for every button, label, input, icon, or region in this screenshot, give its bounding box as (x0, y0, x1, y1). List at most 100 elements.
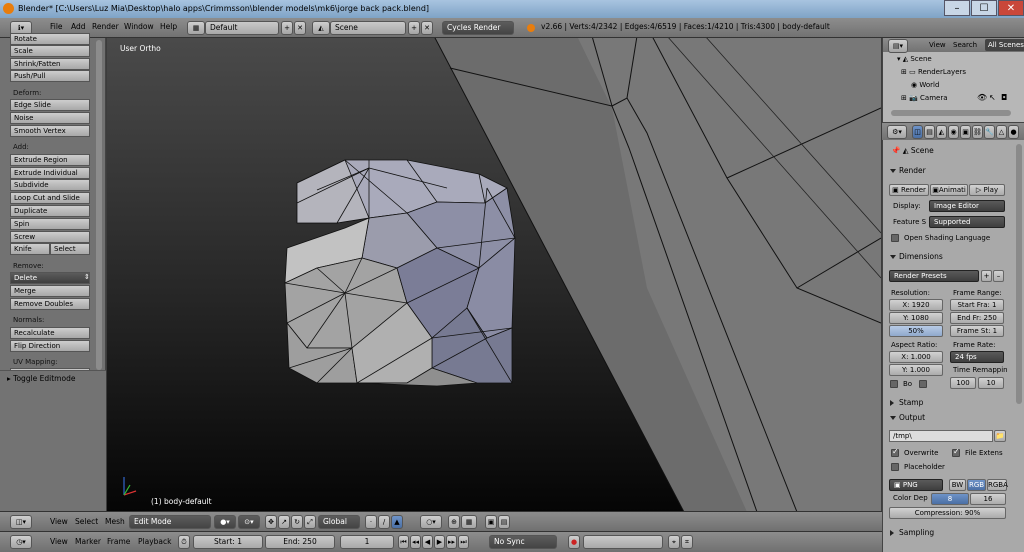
insert-keyframe-button[interactable]: ⌖ (668, 535, 680, 549)
placeholder-checkbox[interactable] (891, 463, 899, 471)
remap-old-field[interactable]: 100 (950, 377, 976, 389)
render-camera-icon[interactable]: ◘ (1001, 93, 1007, 102)
start-frame-field[interactable]: Start: 1 (193, 535, 263, 549)
remove-doubles-button[interactable]: Remove Doubles (10, 298, 90, 310)
output-section-header[interactable]: Output (887, 411, 1021, 425)
preset-remove-button[interactable]: – (993, 270, 1004, 282)
face-select-mode[interactable]: ▲ (391, 515, 403, 529)
animation-button[interactable]: ▣Animati (930, 184, 968, 196)
outliner-filter-select[interactable]: All Scenes (985, 39, 1024, 51)
snap-toggle[interactable]: ⊕ (448, 515, 460, 529)
minimize-button[interactable]: – (944, 0, 970, 16)
scene-add-button[interactable]: + (408, 21, 420, 35)
noise-button[interactable]: Noise (10, 112, 90, 124)
select-menu[interactable]: Select (75, 517, 98, 526)
object-tab-icon[interactable]: ▣ (960, 125, 971, 139)
jump-end-button[interactable]: ⏭ (458, 535, 469, 549)
auto-keying-button[interactable]: ● (568, 535, 580, 549)
scene-icon[interactable]: ◭ (312, 21, 330, 35)
keying-set-field[interactable] (583, 535, 663, 549)
extrude-region-button[interactable]: Extrude Region (10, 154, 90, 166)
color-bw-button[interactable]: BW (949, 479, 966, 491)
opengl-render-button[interactable]: ▣ (485, 515, 497, 529)
edge-slide-button[interactable]: Edge Slide (10, 99, 90, 111)
scene-tab-icon[interactable]: ◭ (936, 125, 947, 139)
world-tab-icon[interactable]: ◉ (948, 125, 959, 139)
layout-add-button[interactable]: + (281, 21, 293, 35)
mesh-menu[interactable]: Mesh (105, 517, 125, 526)
knife-select-button[interactable]: Select (50, 243, 90, 255)
timeline-marker-menu[interactable]: Marker (75, 537, 101, 546)
delete-keyframe-button[interactable]: ⌗ (681, 535, 693, 549)
end-frame-field[interactable]: End: 250 (265, 535, 335, 549)
layout-icon[interactable]: ▦ (187, 21, 205, 35)
preset-add-button[interactable]: + (981, 270, 992, 282)
frame-step-prop[interactable]: Frame St: 1 (950, 325, 1004, 337)
modifiers-tab-icon[interactable]: 🔧 (984, 125, 995, 139)
orientation-select[interactable]: Global (318, 515, 360, 529)
manipulator-toggle[interactable]: ✥ (265, 515, 277, 529)
shrink-fatten-button[interactable]: Shrink/Fatten (10, 58, 90, 70)
preview-range-toggle[interactable]: ⏱ (178, 535, 190, 549)
resolution-x-field[interactable]: X: 1920 (889, 299, 943, 311)
layout-field[interactable]: Default (205, 21, 279, 35)
translate-manipulator[interactable]: ↗ (278, 515, 290, 529)
scene-field[interactable]: Scene (330, 21, 406, 35)
select-arrow-icon[interactable]: ↖ (989, 93, 996, 102)
outliner-item-scene[interactable]: ▾ ◭ Scene (897, 55, 932, 63)
outliner-item-camera[interactable]: ⊞ 📷 Camera (901, 94, 948, 102)
shading-select[interactable]: ●▾ (214, 515, 236, 529)
push-pull-button[interactable]: Push/Pull (10, 70, 90, 82)
aspect-x-field[interactable]: X: 1.000 (889, 351, 943, 363)
knife-button[interactable]: Knife (10, 243, 50, 255)
vertex-select-mode[interactable]: · (365, 515, 377, 529)
smooth-vertex-button[interactable]: Smooth Vertex (10, 125, 90, 137)
view-menu[interactable]: View (50, 517, 68, 526)
proportional-edit-select[interactable]: ○▾ (420, 515, 442, 529)
mode-select[interactable]: Edit Mode (129, 515, 211, 529)
rotate-manipulator[interactable]: ↻ (291, 515, 303, 529)
maximize-button[interactable]: ☐ (971, 0, 997, 16)
screw-button[interactable]: Screw (10, 231, 90, 243)
end-frame-prop[interactable]: End Fr: 250 (950, 312, 1004, 324)
opengl-anim-button[interactable]: ▤ (498, 515, 510, 529)
play-render-button[interactable]: ▷ Play (969, 184, 1005, 196)
timeline-view-menu[interactable]: View (50, 537, 68, 546)
resolution-percentage-field[interactable]: 50% (889, 325, 943, 337)
snap-element-select[interactable]: ▦ (461, 515, 477, 529)
delete-dropdown[interactable]: Delete (10, 272, 90, 284)
spin-button[interactable]: Spin (10, 218, 90, 230)
pivot-select[interactable]: ⊙▾ (238, 515, 260, 529)
tool-shelf-scrollbar[interactable] (96, 40, 102, 370)
next-keyframe-button[interactable]: ▸▸ (446, 535, 457, 549)
view3d-editor-icon[interactable]: ◫▾ (10, 515, 32, 529)
output-path-field[interactable]: /tmp\ (889, 430, 993, 442)
layout-remove-button[interactable]: ✕ (294, 21, 306, 35)
material-tab-icon[interactable]: ● (1008, 125, 1019, 139)
border-checkbox[interactable] (890, 380, 898, 388)
toggle-editmode-heading[interactable]: ▸ Toggle Editmode (7, 374, 75, 383)
scene-remove-button[interactable]: ✕ (421, 21, 433, 35)
menu-file[interactable]: File (50, 22, 63, 31)
menu-window[interactable]: Window (124, 22, 154, 31)
outliner-item-world[interactable]: ◉ World (911, 81, 939, 89)
aspect-y-field[interactable]: Y: 1.000 (889, 364, 943, 376)
menu-help[interactable]: Help (160, 22, 177, 31)
edge-select-mode[interactable]: / (378, 515, 390, 529)
props-editor-icon[interactable]: ⚙▾ (887, 125, 907, 139)
merge-button[interactable]: Merge (10, 285, 90, 297)
pin-icon[interactable]: 📌 (891, 146, 903, 155)
stamp-section-header[interactable]: Stamp (887, 396, 1021, 410)
play-button[interactable]: ▶ (434, 535, 445, 549)
subdivide-button[interactable]: Subdivide (10, 179, 90, 191)
timeline-playback-menu[interactable]: Playback (138, 537, 171, 546)
outliner-search-menu[interactable]: Search (953, 41, 977, 49)
color-rgba-button[interactable]: RGBA (987, 479, 1008, 491)
sampling-section-header[interactable]: Sampling (887, 526, 1021, 540)
flip-direction-button[interactable]: Flip Direction (10, 340, 90, 352)
constraints-tab-icon[interactable]: ⛓ (972, 125, 983, 139)
rotate-button[interactable]: Rotate (10, 33, 90, 45)
timeline-frame-menu[interactable]: Frame (107, 537, 130, 546)
render-engine-select[interactable]: Cycles Render (442, 21, 514, 35)
osl-checkbox[interactable] (891, 234, 899, 242)
